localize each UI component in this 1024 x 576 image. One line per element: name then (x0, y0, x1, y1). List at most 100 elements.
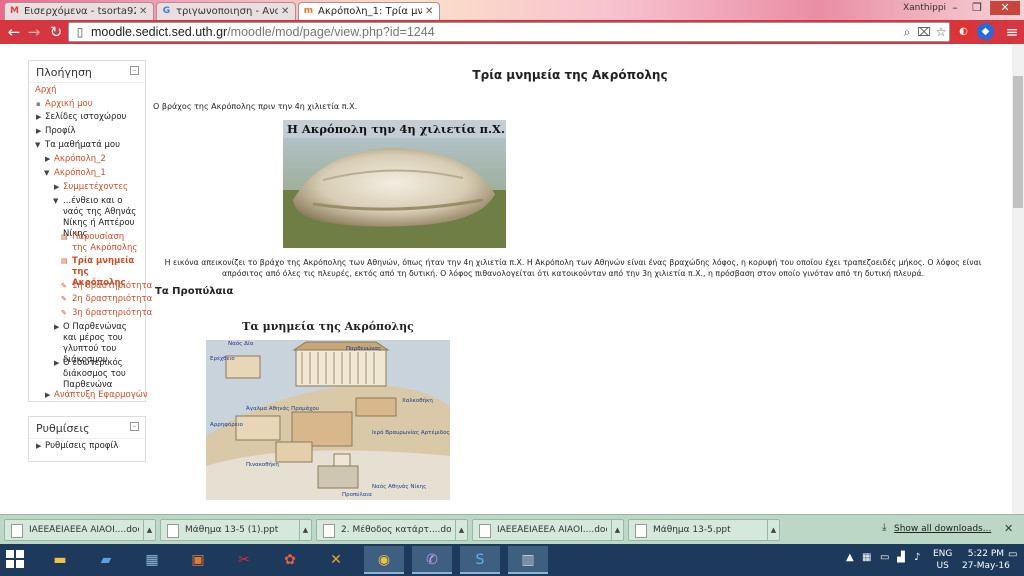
chrome-icon[interactable]: ◉ (364, 546, 404, 574)
chevron-down-icon[interactable]: ▲ (299, 520, 311, 540)
close-icon[interactable]: ✕ (139, 6, 149, 17)
doc-file-icon (11, 524, 23, 538)
file-explorer-icon[interactable]: ▬ (40, 546, 80, 574)
collapse-arrow-icon[interactable]: ▼ (53, 197, 58, 205)
nav-activity-2[interactable]: 2η δραστηριότητα (72, 294, 152, 305)
documents-icon[interactable]: ▥ (508, 546, 548, 574)
tray-arrow-icon[interactable]: ▲ (846, 552, 854, 563)
nav-course-akropoli-2[interactable]: Ακρόπολη_2 (54, 154, 106, 165)
expand-arrow-icon[interactable]: ▶ (45, 391, 50, 399)
page-icon[interactable]: ▯ (72, 24, 88, 40)
expand-arrow-icon[interactable]: ▶ (54, 359, 59, 367)
network-icon[interactable]: ▦ (862, 552, 871, 563)
tab-title: τριγωνοποιηση - Αναζήτ (176, 6, 278, 17)
minimize-icon[interactable]: – (944, 1, 966, 15)
close-icon[interactable]: ✕ (1004, 522, 1013, 535)
reload-icon[interactable]: ↻ (46, 22, 66, 42)
adblock-icon[interactable]: ◐ (955, 23, 972, 40)
ppt-file-icon (635, 524, 647, 538)
address-bar[interactable]: ▯ moodle.sedict.sed.uth.gr/moodle/mod/pa… (68, 22, 950, 42)
media-player-icon[interactable]: ▣ (178, 546, 218, 574)
tab-gmail[interactable]: M Εισερχόμενα - tsorta92@ ✕ (4, 2, 154, 20)
show-all-downloads-link[interactable]: Show all downloads... (894, 524, 991, 534)
menu-icon[interactable]: ≡ (1002, 22, 1022, 42)
chevron-down-icon[interactable]: ▲ (455, 520, 467, 540)
bullet-icon: ▪ (36, 100, 41, 108)
zoom-icon[interactable]: ⌕ (899, 24, 915, 40)
nav-dashboard[interactable]: Αρχική μου (45, 99, 93, 110)
tab-google[interactable]: G τριγωνοποιηση - Αναζήτ ✕ (156, 2, 296, 20)
collapse-icon[interactable]: – (130, 422, 139, 431)
close-icon[interactable]: ✕ (281, 6, 291, 17)
collapse-icon[interactable]: – (130, 66, 139, 75)
download-item[interactable]: ΙÂËÉÅÉÏÃÉÊÁ ÄÍÁÕÏ....doc ▲ (472, 519, 624, 541)
activity-icon: ✎ (61, 282, 67, 290)
download-item[interactable]: 2. Μέθοδος κατάρτ....doc ▲ (316, 519, 468, 541)
expand-arrow-icon[interactable]: ▶ (36, 113, 41, 121)
tablet-icon[interactable]: ▭ (880, 552, 889, 563)
download-item[interactable]: Μάθημα 13-5.ppt ▲ (628, 519, 780, 541)
bookmark-star-icon[interactable]: ☆ (933, 24, 949, 40)
paint-icon[interactable]: ✿ (270, 546, 310, 574)
xampp-icon[interactable]: ✕ (316, 546, 356, 574)
acropolis-monuments-image: Τα μνημεία της Ακρόπολης Ναός Δία Παρθεν… (206, 316, 450, 500)
expand-arrow-icon[interactable]: ▶ (45, 155, 50, 163)
nav-course-app-dev[interactable]: Ανάπτυξη Εφαρμογών (54, 390, 148, 401)
language-indicator[interactable]: ENG US (933, 548, 952, 572)
calculator-icon[interactable]: ▦ (132, 546, 172, 574)
nav-profile[interactable]: Προφίλ (45, 126, 76, 137)
extension-icon[interactable]: ◆ (977, 23, 994, 40)
viber-icon[interactable]: ✆ (412, 546, 452, 574)
collapse-arrow-icon[interactable]: ▼ (35, 141, 40, 149)
expand-arrow-icon[interactable]: ▶ (36, 127, 41, 135)
nav-page-presentation[interactable]: Παρουσίαση της Ακρόπολης (72, 232, 140, 254)
chevron-down-icon[interactable]: ▲ (767, 520, 779, 540)
url-text: moodle.sedict.sed.uth.gr/moodle/mod/page… (91, 25, 435, 39)
signal-icon[interactable]: ▟ (897, 552, 905, 563)
window-close-icon[interactable]: ✕ (990, 1, 1020, 15)
expand-arrow-icon[interactable]: ▶ (54, 183, 59, 191)
pdf-tool-icon[interactable]: ✂ (224, 546, 264, 574)
nav-activity-1[interactable]: 1η δραστηριότητα (72, 281, 152, 292)
nav-section-interior[interactable]: Ο εσωτερικός διάκοσμος του Παρθενώνα (63, 358, 139, 391)
download-item[interactable]: Μάθημα 13-5 (1).ppt ▲ (160, 519, 312, 541)
tab-title: Ακρόπολη_1: Τρία μνημεί (318, 6, 422, 17)
nav-my-courses[interactable]: Τα μαθήματά μου (45, 140, 120, 151)
notifications-icon[interactable]: ▭ (1008, 549, 1017, 560)
page-scrollbar[interactable] (1012, 44, 1024, 514)
chevron-down-icon[interactable]: ▲ (611, 520, 623, 540)
download-name: ΙÂËÉÅÉÏÃÉÊÁ ÄÍÁÕÏ....doc (29, 525, 139, 535)
collapse-arrow-icon[interactable]: ▼ (44, 169, 49, 177)
scrollbar-thumb[interactable] (1013, 76, 1023, 208)
nav-home[interactable]: Αρχή (35, 85, 57, 96)
system-clock[interactable]: 5:22 PM 27-May-16 (962, 548, 1010, 572)
expand-arrow-icon[interactable]: ▶ (36, 442, 41, 450)
windows-taskbar: ▬ ▰ ▦ ▣ ✂ ✿ ✕ ◉ ✆ S ▥ ▲ ▦ ▭ ▟ ♪ ENG US 5… (0, 544, 1024, 576)
page-content: Πλοήγηση – Αρχή ▪ Αρχική μου ▶ Σελίδες ι… (0, 44, 1012, 514)
close-icon[interactable]: ✕ (425, 6, 435, 17)
windows-start-icon[interactable] (6, 550, 24, 568)
browser-toolbar: ← → ↻ ▯ moodle.sedict.sed.uth.gr/moodle/… (0, 20, 1024, 44)
back-icon[interactable]: ← (4, 22, 24, 42)
tab-moodle[interactable]: m Ακρόπολη_1: Τρία μνημεί ✕ (298, 2, 440, 20)
maximize-icon[interactable]: ❐ (966, 1, 988, 15)
translate-icon[interactable]: ⌧ (916, 24, 932, 40)
scanner-icon[interactable]: ▰ (86, 546, 126, 574)
profile-name[interactable]: Xanthippi (903, 3, 946, 13)
tab-strip: M Εισερχόμενα - tsorta92@ ✕ G τριγωνοποι… (0, 0, 1024, 20)
nav-profile-settings[interactable]: Ρυθμίσεις προφίλ (45, 441, 118, 452)
nav-site-pages[interactable]: Σελίδες ιστοχώρου (45, 112, 126, 123)
label-parthenon: Παρθενώνας (346, 345, 381, 352)
nav-activity-3[interactable]: 3η δραστηριότητα (72, 308, 152, 319)
nav-participants[interactable]: Συμμετέχοντες (63, 182, 128, 193)
volume-icon[interactable]: ♪ (914, 552, 920, 563)
nav-course-akropoli-1[interactable]: Ακρόπολη_1 (54, 168, 106, 179)
expand-arrow-icon[interactable]: ▶ (54, 323, 59, 331)
skype-icon[interactable]: S (460, 546, 500, 574)
chevron-down-icon[interactable]: ▲ (143, 520, 155, 540)
download-item[interactable]: ΙÂËÉÅÉÏÃÉÊÁ ÄÍÁÕÏ....doc ▲ (4, 519, 156, 541)
lang-region: US (936, 561, 949, 571)
moodle-icon: m (303, 6, 314, 16)
section-heading: Τα Προπύλαια (155, 286, 234, 297)
forward-icon[interactable]: → (24, 22, 44, 42)
